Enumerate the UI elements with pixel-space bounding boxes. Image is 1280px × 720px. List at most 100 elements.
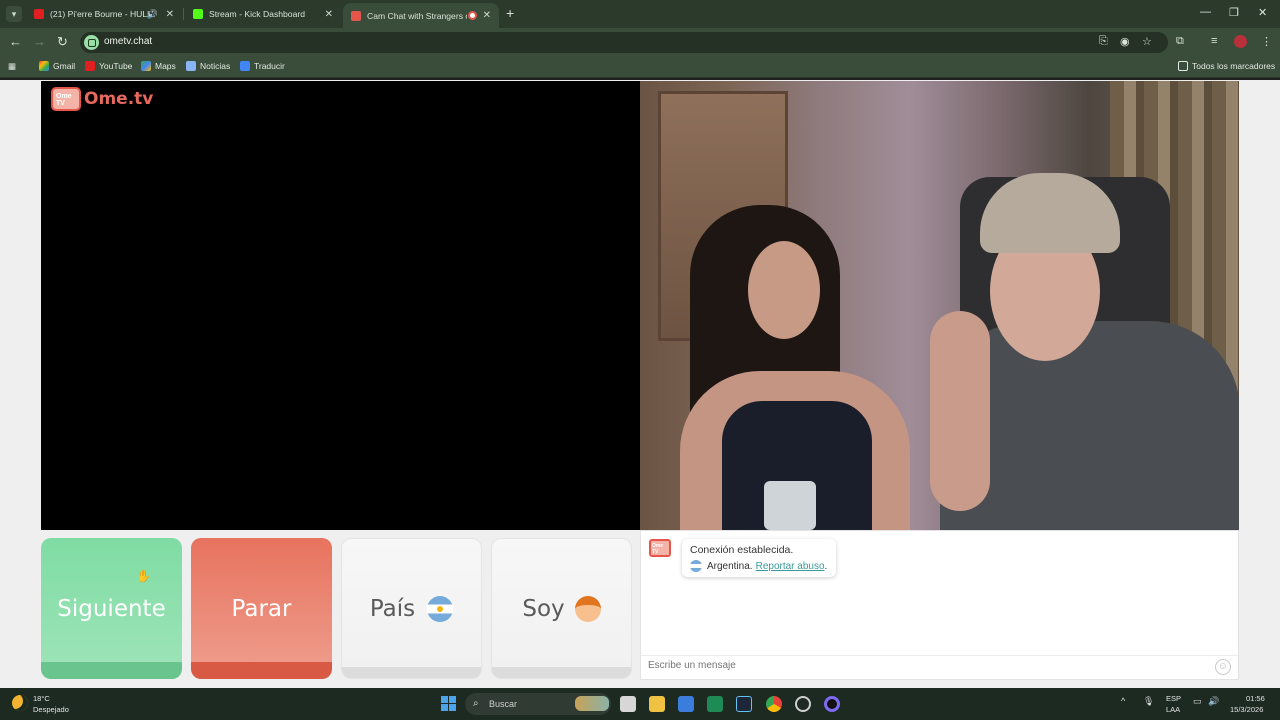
- show-hidden-icons[interactable]: ^: [1121, 696, 1125, 706]
- bookmark-maps[interactable]: Maps: [141, 61, 176, 71]
- url-text[interactable]: ometv.chat: [104, 36, 152, 47]
- input-language[interactable]: ESP: [1166, 694, 1181, 703]
- tab-separator: [183, 8, 184, 20]
- ometv-logo[interactable]: Ome TV Ome.tv: [51, 87, 153, 111]
- tab-kick[interactable]: Stream - Kick Dashboard ✕: [185, 3, 341, 25]
- clock-date[interactable]: 15/3/2026: [1230, 705, 1263, 714]
- emoji-icon[interactable]: ☺: [1215, 659, 1231, 675]
- tab-ometv[interactable]: Cam Chat with Strangers on ✕: [343, 3, 499, 28]
- stop-button[interactable]: Parar: [191, 538, 332, 679]
- message-input[interactable]: [648, 660, 1208, 671]
- chat-logo-badge-text: Ome TV: [652, 543, 664, 555]
- bookmark-traducir[interactable]: Traducir: [240, 61, 285, 71]
- maps-icon: [141, 61, 151, 71]
- all-bookmarks-label: Todos los marcadores: [1192, 61, 1276, 71]
- translate-icon[interactable]: ⎘: [1099, 35, 1108, 48]
- tab-close-icon[interactable]: ✕: [483, 10, 491, 21]
- forward-icon[interactable]: →: [33, 34, 46, 49]
- restore-icon[interactable]: ❐: [1229, 6, 1239, 19]
- stranger-man-arm: [930, 311, 990, 511]
- keyboard-layout[interactable]: LAA: [1166, 705, 1180, 714]
- bookmark-label: YouTube: [99, 61, 133, 71]
- profile-avatar-icon[interactable]: [1234, 35, 1247, 48]
- bookmark-noticias[interactable]: Noticias: [186, 61, 230, 71]
- bookmark-star-icon[interactable]: ☆: [1142, 35, 1152, 48]
- new-tab-button[interactable]: +: [506, 5, 514, 21]
- minimize-icon[interactable]: —: [1200, 6, 1211, 18]
- chat-panel: Ome TV Conexión establecida. Argentina. …: [640, 530, 1239, 680]
- bookmark-youtube[interactable]: YouTube: [85, 61, 132, 71]
- volume-icon[interactable]: 🔊: [1208, 696, 1219, 707]
- file-explorer-icon[interactable]: [649, 696, 665, 712]
- bookmarks-bar: ▦ Gmail YouTube Maps Noticias Traducir T…: [0, 56, 1280, 78]
- bookmark-gmail[interactable]: Gmail: [39, 61, 75, 71]
- reload-icon[interactable]: ↻: [57, 34, 68, 50]
- country-button[interactable]: País: [341, 538, 482, 679]
- extensions-icon[interactable]: ⧉: [1176, 35, 1184, 48]
- logo-text: Ome.tv: [84, 89, 154, 109]
- news-icon: [186, 61, 196, 71]
- moon-weather-icon[interactable]: [12, 695, 28, 711]
- back-icon[interactable]: ←: [9, 34, 22, 49]
- recording-icon: [468, 11, 477, 20]
- argentina-flag-icon: [690, 560, 702, 572]
- weather-condition[interactable]: Despejado: [33, 705, 69, 714]
- tv-logo-icon: Ome TV: [51, 87, 81, 111]
- microphone-icon[interactable]: 🎙: [1143, 696, 1154, 707]
- site-info-icon[interactable]: [84, 35, 99, 50]
- gmail-icon: [39, 61, 49, 71]
- menu-icon[interactable]: ⋮: [1261, 35, 1272, 48]
- tab-label: Cam Chat with Strangers on: [367, 10, 467, 21]
- report-abuse-link[interactable]: Reportar abuso: [756, 561, 825, 572]
- youtube-favicon-icon: [34, 9, 44, 19]
- logo-badge-text: Ome TV: [56, 93, 72, 107]
- next-button[interactable]: Siguiente: [41, 538, 182, 679]
- close-window-icon[interactable]: ✕: [1258, 6, 1267, 19]
- all-bookmarks-folder[interactable]: Todos los marcadores: [1178, 61, 1275, 71]
- next-label: Siguiente: [57, 595, 166, 622]
- task-view-icon[interactable]: [620, 696, 636, 712]
- obs-icon[interactable]: [795, 696, 811, 712]
- kick-favicon-icon: [193, 9, 203, 19]
- store-icon[interactable]: [678, 696, 694, 712]
- argentina-flag-icon: [427, 595, 454, 622]
- system-message: Conexión establecida. Argentina. Reporta…: [682, 539, 836, 577]
- gender-label: Soy: [522, 595, 565, 622]
- chrome-icon[interactable]: [766, 696, 782, 712]
- bookmark-label: Gmail: [53, 61, 76, 71]
- tab-search-button[interactable]: ▾: [6, 6, 22, 22]
- youtube-icon: [85, 61, 95, 71]
- translate-bookmark-icon: [240, 61, 250, 71]
- tab-close-icon[interactable]: ✕: [166, 9, 174, 20]
- bookmark-label: Noticias: [200, 61, 231, 71]
- cortana-icon[interactable]: [824, 696, 840, 712]
- boy-emoji-icon: [574, 595, 601, 622]
- taskbar-search[interactable]: ⌕ Buscar: [465, 693, 611, 715]
- message-bar: ☺: [641, 655, 1238, 679]
- search-highlight-image: [575, 696, 609, 711]
- steam-icon[interactable]: [736, 696, 752, 712]
- tab-close-icon[interactable]: ✕: [325, 9, 333, 20]
- media-control-icon[interactable]: ≡: [1211, 35, 1217, 47]
- stranger-country: Argentina.: [707, 560, 753, 572]
- windows-taskbar: 18°C Despejado ⌕ Buscar ^ 🎙 ESP LAA ▭ 🔊 …: [0, 688, 1280, 720]
- audio-playing-icon[interactable]: 🔊: [147, 9, 158, 20]
- weather-temperature[interactable]: 18°C: [33, 694, 50, 703]
- ometv-favicon-icon: [351, 10, 361, 21]
- connection-status: Conexión establecida.: [690, 544, 794, 556]
- bookmark-label: Maps: [155, 61, 176, 71]
- eye-hidden-icon[interactable]: ◉: [1120, 35, 1130, 48]
- local-video: Ome TV Ome.tv: [41, 81, 640, 530]
- windows-start-icon[interactable]: [441, 696, 456, 711]
- network-icon[interactable]: ▭: [1193, 696, 1202, 707]
- excel-icon[interactable]: [707, 696, 723, 712]
- search-label: Buscar: [489, 699, 518, 709]
- browser-toolbar: ← → ↻ ometv.chat ⎘ ◉ ☆ ⧉ ≡ ⋮: [0, 28, 1280, 56]
- address-bar[interactable]: ometv.chat: [80, 32, 1168, 53]
- clock-time[interactable]: 01:56: [1246, 694, 1265, 703]
- country-line: Argentina. Reportar abuso.: [690, 560, 827, 572]
- gender-button[interactable]: Soy: [491, 538, 632, 679]
- tab-youtube[interactable]: (21) Pi'erre Bourne - HULU 🔊 ✕: [26, 3, 182, 25]
- country-label: País: [369, 595, 416, 622]
- apps-grid-icon[interactable]: ▦: [8, 61, 16, 72]
